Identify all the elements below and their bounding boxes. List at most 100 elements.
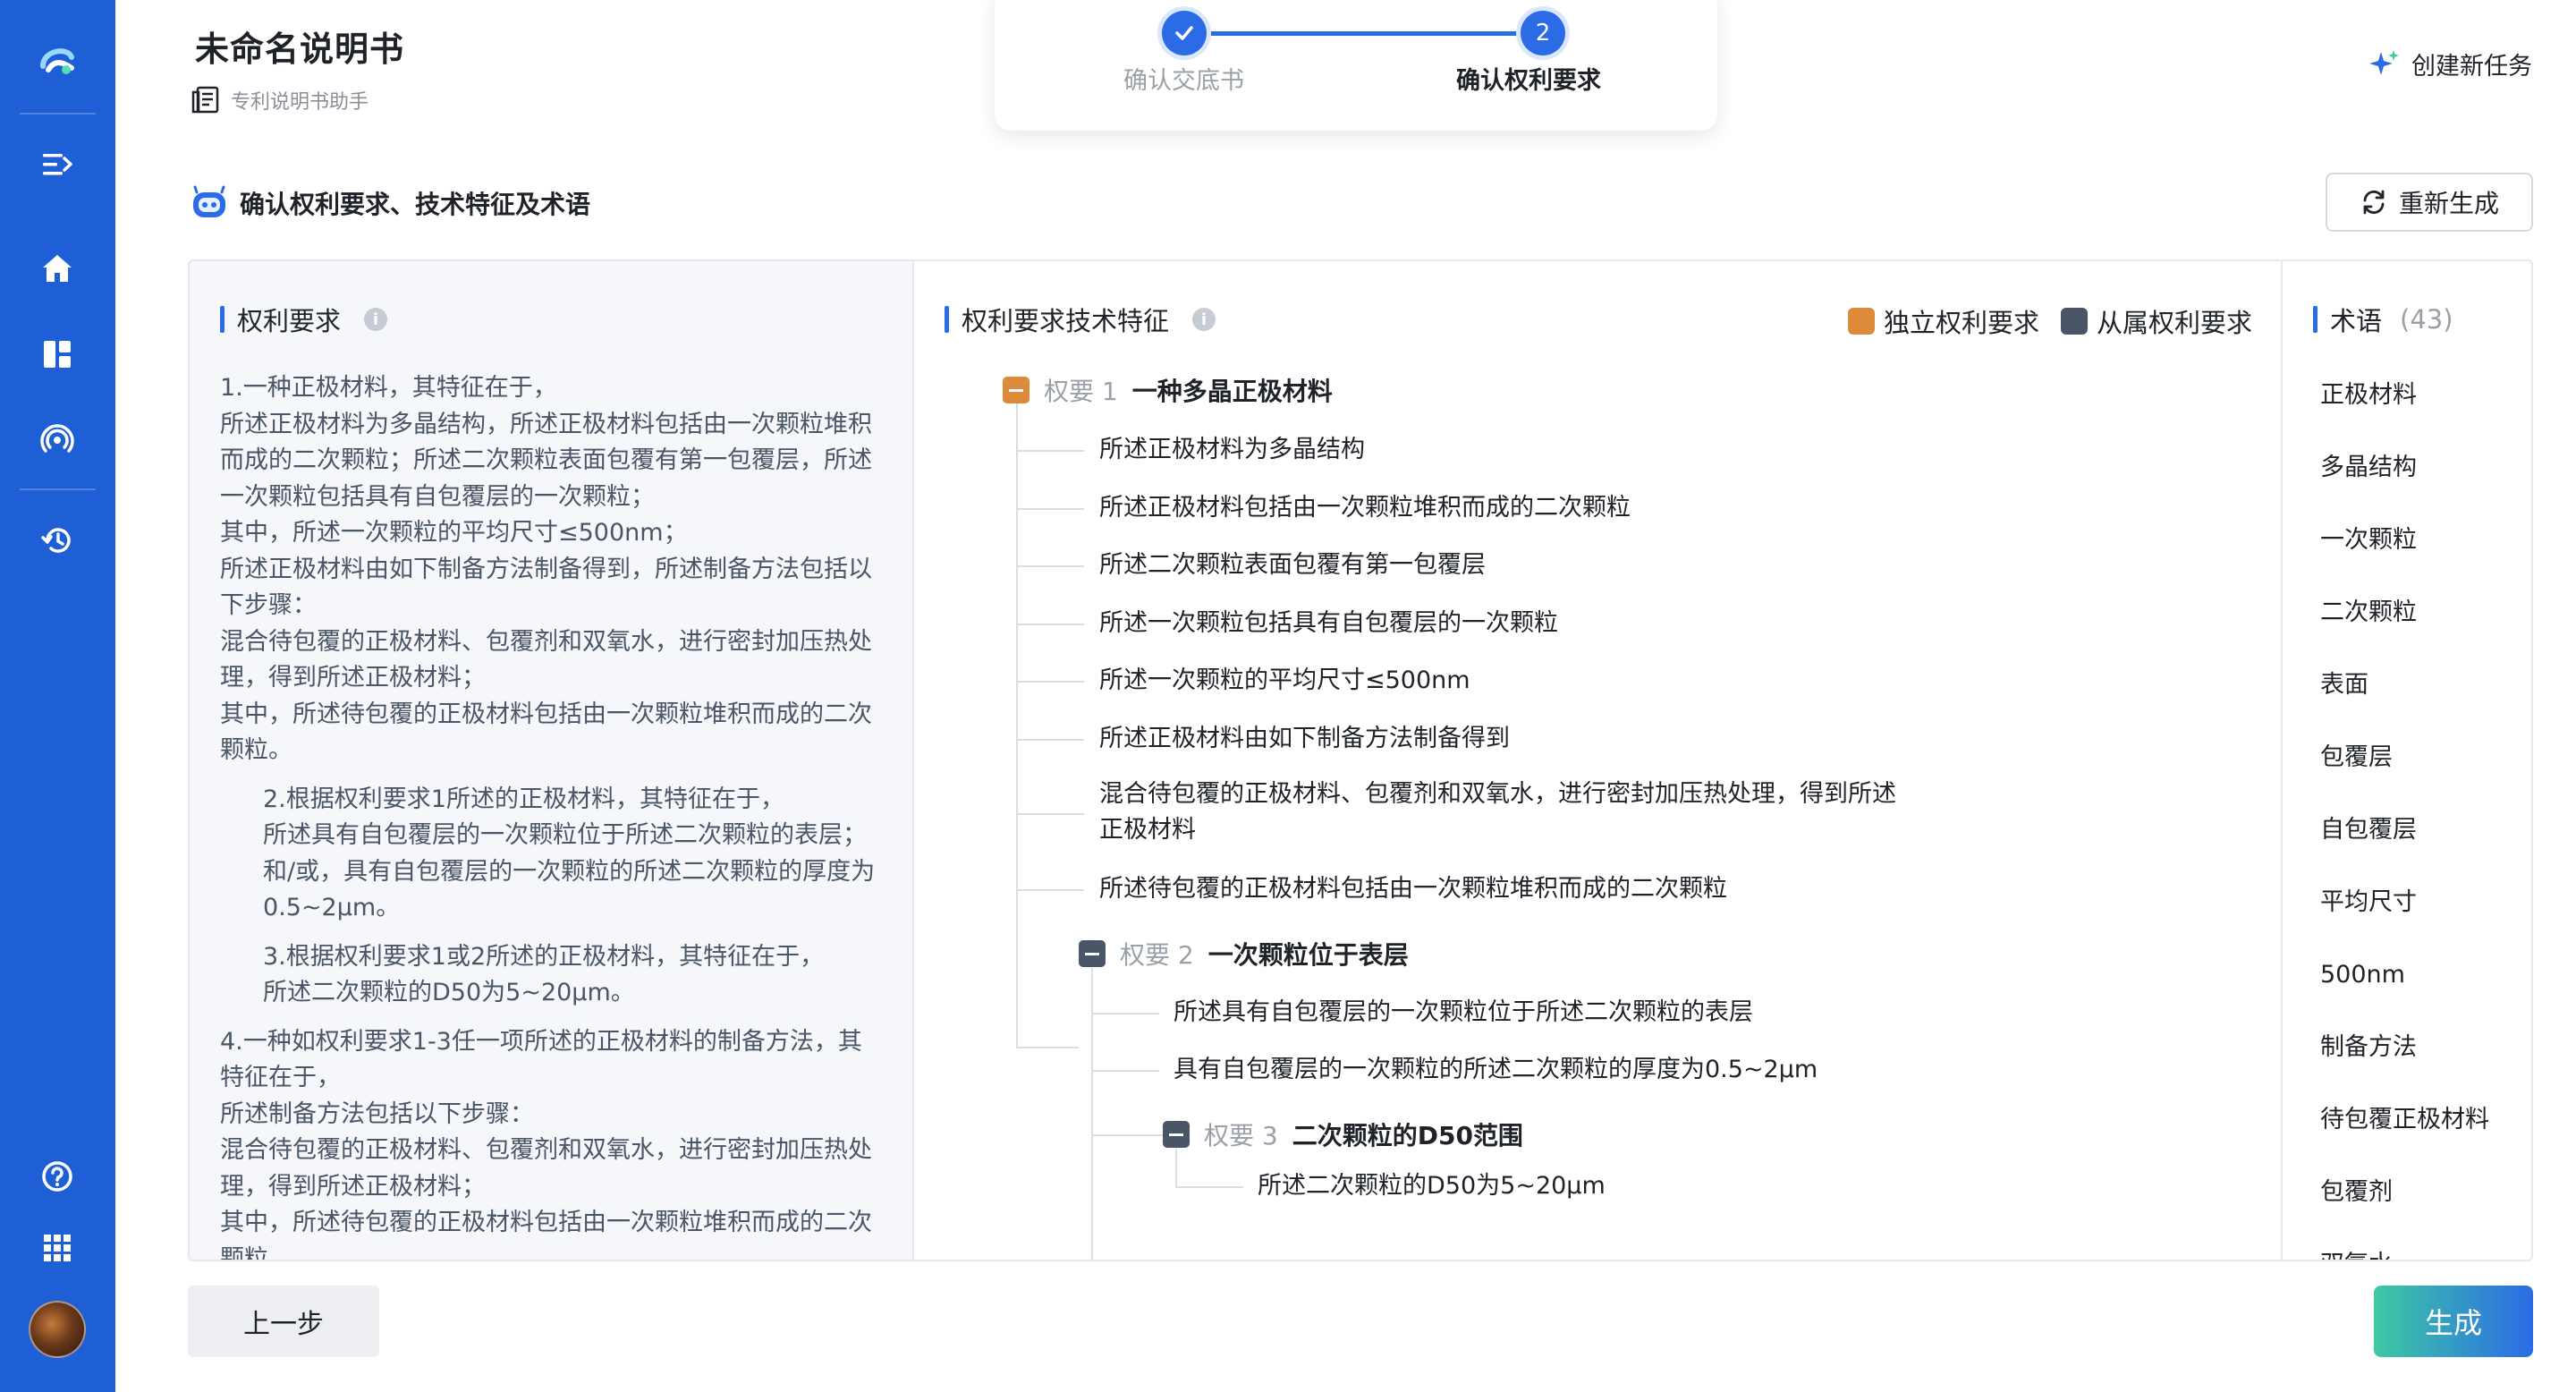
feature-item[interactable]: 具有自包覆层的一次颗粒的所述二次颗粒的厚度为0.5~2μm bbox=[1174, 1052, 1979, 1088]
claims-column[interactable]: 权利要求 i 1.一种正极材料，其特征在于， 所述正极材料为多晶结构，所述正极材… bbox=[190, 261, 914, 1260]
term-item[interactable]: 表面 bbox=[2320, 658, 2526, 731]
stepper-progress-line bbox=[1184, 31, 1521, 36]
tree-connector bbox=[1016, 394, 1018, 1047]
assistant-subtitle: 专利说明书助手 bbox=[190, 84, 369, 116]
claim-1-node[interactable]: 权要 1 一种多晶正极材料 bbox=[1003, 372, 1333, 408]
step-2-active[interactable]: 2 bbox=[1521, 11, 1565, 55]
subtitle-text: 专利说明书助手 bbox=[231, 91, 369, 114]
home-icon[interactable] bbox=[36, 247, 79, 290]
term-item[interactable]: 500nm bbox=[2320, 948, 2526, 1021]
menu-expand-icon[interactable] bbox=[36, 143, 79, 186]
sidebar bbox=[0, 0, 115, 1392]
collapse-toggle[interactable] bbox=[1003, 377, 1030, 403]
step-1-done[interactable] bbox=[1162, 11, 1207, 55]
tree-connector bbox=[1016, 813, 1084, 815]
tree-connector bbox=[1016, 681, 1084, 683]
feature-item[interactable]: 所述一次颗粒包括具有自包覆层的一次颗粒 bbox=[1099, 606, 1904, 641]
broadcast-icon[interactable] bbox=[36, 419, 79, 462]
claims-text: 1.一种正极材料，其特征在于， 所述正极材料为多晶结构，所述正极材料包括由一次颗… bbox=[220, 370, 882, 1260]
collapse-toggle[interactable] bbox=[1079, 940, 1106, 967]
features-column[interactable]: 权利要求技术特征 i 独立权利要求 从属权利要求 权要 1 一种多晶正极材料 所… bbox=[914, 261, 2283, 1260]
tree-connector bbox=[1175, 1149, 1177, 1186]
feature-item[interactable]: 所述具有自包覆层的一次颗粒位于所述二次颗粒的表层 bbox=[1174, 995, 1979, 1031]
tree-connector bbox=[1016, 739, 1084, 741]
tree-connector bbox=[1016, 624, 1084, 625]
term-item[interactable]: 二次颗粒 bbox=[2320, 586, 2526, 658]
create-task-button[interactable]: 创建新任务 bbox=[2368, 47, 2532, 81]
logo-icon[interactable] bbox=[36, 38, 79, 81]
tree-connector bbox=[1091, 1134, 1163, 1136]
claims-heading-text: 权利要求 bbox=[237, 306, 342, 336]
sidebar-divider bbox=[20, 488, 96, 490]
term-item[interactable]: 多晶结构 bbox=[2320, 441, 2526, 514]
sparkle-icon bbox=[2369, 49, 2399, 75]
feature-tree: 权要 1 一种多晶正极材料 所述正极材料为多晶结构 所述正极材料包括由一次颗粒堆… bbox=[914, 261, 2281, 1260]
tree-connector bbox=[1016, 1047, 1079, 1048]
terms-heading-text: 术语 bbox=[2330, 306, 2383, 336]
regenerate-label: 重新生成 bbox=[2398, 189, 2499, 218]
generate-button[interactable]: 生成 bbox=[2374, 1286, 2533, 1357]
feature-item[interactable]: 所述一次颗粒的平均尺寸≤500nm bbox=[1099, 663, 1904, 699]
tree-connector bbox=[1091, 1070, 1159, 1072]
claim-3-node[interactable]: 权要 3 二次颗粒的D50范围 bbox=[1163, 1116, 1523, 1152]
claim-title: 二次颗粒的D50范围 bbox=[1292, 1121, 1523, 1150]
term-item[interactable]: 双氧水 bbox=[2320, 1238, 2526, 1260]
claim-title: 一次颗粒位于表层 bbox=[1208, 940, 1409, 970]
step-1-label[interactable]: 确认交底书 bbox=[1123, 61, 1244, 96]
claim-paragraph: 2.根据权利要求1所述的正极材料，其特征在于， 所述具有自包覆层的一次颗粒位于所… bbox=[263, 785, 876, 922]
term-item[interactable]: 包覆层 bbox=[2320, 731, 2526, 803]
feature-item[interactable]: 混合待包覆的正极材料、包覆剂和双氧水，进行密封加压热处理，得到所述正极材料 bbox=[1099, 777, 1904, 848]
sidebar-divider bbox=[20, 113, 96, 115]
tree-connector bbox=[1016, 889, 1084, 891]
main-panel: 权利要求 i 1.一种正极材料，其特征在于， 所述正极材料为多晶结构，所述正极材… bbox=[188, 259, 2533, 1261]
tree-connector bbox=[1016, 450, 1084, 452]
tree-connector bbox=[1091, 968, 1093, 1260]
claim-tag: 权要 1 bbox=[1044, 377, 1118, 406]
refresh-icon bbox=[2363, 190, 2385, 215]
check-icon bbox=[1175, 26, 1193, 40]
document-icon bbox=[191, 86, 219, 114]
claim-title: 一种多晶正极材料 bbox=[1131, 377, 1333, 406]
term-item[interactable]: 平均尺寸 bbox=[2320, 876, 2526, 948]
terms-list: 正极材料 多晶结构 一次颗粒 二次颗粒 表面 包覆层 自包覆层 平均尺寸 500… bbox=[2320, 369, 2526, 1260]
claim-paragraph: 3.根据权利要求1或2所述的正极材料，其特征在于， 所述二次颗粒的D50为5~2… bbox=[263, 942, 825, 1007]
feature-item[interactable]: 所述二次颗粒的D50为5~20μm bbox=[1258, 1168, 2063, 1204]
apps-grid-icon[interactable] bbox=[36, 1226, 79, 1269]
feature-item[interactable]: 所述正极材料为多晶结构 bbox=[1099, 432, 1904, 468]
claim-tag: 权要 2 bbox=[1120, 940, 1194, 970]
claim-paragraph: 4.一种如权利要求1-3任一项所述的正极材料的制备方法，其特征在于， 所述制备方… bbox=[220, 1027, 872, 1260]
terms-column[interactable]: 术语 (43) 正极材料 多晶结构 一次颗粒 二次颗粒 表面 包覆层 自包覆层 … bbox=[2283, 261, 2531, 1260]
tree-connector bbox=[1016, 565, 1084, 567]
dashboard-icon[interactable] bbox=[36, 333, 79, 376]
create-task-label: 创建新任务 bbox=[2411, 53, 2532, 81]
step-2-label[interactable]: 确认权利要求 bbox=[1456, 61, 1601, 96]
feature-item[interactable]: 所述待包覆的正极材料包括由一次颗粒堆积而成的二次颗粒 bbox=[1099, 871, 1904, 907]
feature-item[interactable]: 所述二次颗粒表面包覆有第一包覆层 bbox=[1099, 547, 1904, 583]
avatar[interactable] bbox=[29, 1301, 86, 1358]
term-item[interactable]: 包覆剂 bbox=[2320, 1166, 2526, 1238]
term-item[interactable]: 待包覆正极材料 bbox=[2320, 1093, 2526, 1166]
feature-item[interactable]: 所述正极材料包括由一次颗粒堆积而成的二次颗粒 bbox=[1099, 490, 1904, 526]
info-icon[interactable]: i bbox=[364, 308, 388, 331]
claims-heading: 权利要求 i bbox=[220, 301, 388, 338]
section-title-text: 确认权利要求、技术特征及术语 bbox=[240, 190, 591, 219]
heading-accent-bar bbox=[2313, 306, 2318, 333]
terms-count: (43) bbox=[2400, 304, 2453, 335]
term-item[interactable]: 一次颗粒 bbox=[2320, 514, 2526, 586]
claim-paragraph: 1.一种正极材料，其特征在于， 所述正极材料为多晶结构，所述正极材料包括由一次颗… bbox=[220, 374, 872, 764]
heading-accent-bar bbox=[220, 306, 225, 333]
robot-icon bbox=[193, 185, 225, 217]
previous-step-button[interactable]: 上一步 bbox=[188, 1286, 379, 1357]
regenerate-button[interactable]: 重新生成 bbox=[2326, 173, 2533, 232]
help-icon[interactable] bbox=[36, 1155, 79, 1198]
term-item[interactable]: 制备方法 bbox=[2320, 1021, 2526, 1093]
section-title: 确认权利要求、技术特征及术语 bbox=[190, 183, 590, 223]
term-item[interactable]: 正极材料 bbox=[2320, 369, 2526, 441]
feature-item[interactable]: 所述正极材料由如下制备方法制备得到 bbox=[1099, 721, 1904, 757]
term-item[interactable]: 自包覆层 bbox=[2320, 803, 2526, 876]
history-icon[interactable] bbox=[36, 519, 79, 562]
collapse-toggle[interactable] bbox=[1163, 1121, 1190, 1148]
claim-2-node[interactable]: 权要 2 一次颗粒位于表层 bbox=[1079, 936, 1409, 972]
tree-connector bbox=[1016, 508, 1084, 510]
tree-connector bbox=[1091, 1013, 1159, 1014]
